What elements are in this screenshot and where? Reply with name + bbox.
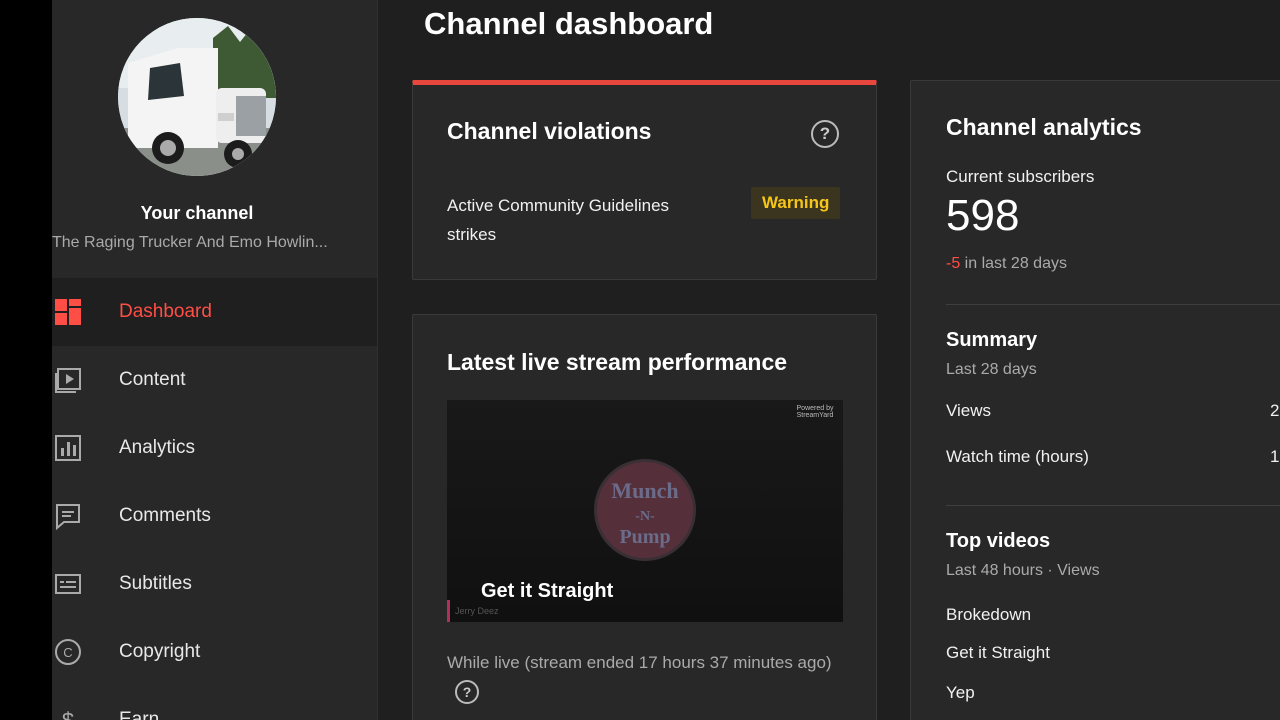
sidebar-item-label: Dashboard: [119, 301, 212, 322]
truck-photo: [118, 18, 276, 176]
sidebar-item-subtitles[interactable]: Subtitles: [52, 550, 377, 618]
logo-line: Munch: [611, 478, 678, 503]
sidebar-item-label: Content: [119, 369, 186, 390]
comments-icon: [56, 504, 80, 530]
sidebar-item-label: Subtitles: [119, 573, 192, 594]
change-suffix: in last 28 days: [960, 255, 1067, 272]
page-title: Channel dashboard: [424, 6, 714, 41]
top-videos-title: Top videos: [946, 530, 1051, 552]
watch-time-label: Watch time (hours): [946, 447, 1089, 466]
sidebar-item-label: Copyright: [119, 641, 201, 662]
violation-description: Active Community Guidelines strikes: [447, 196, 670, 244]
content-icon: [55, 368, 81, 393]
channel-violations-card: Channel violations ? Active Community Gu…: [412, 80, 877, 280]
copyright-icon: C: [55, 639, 81, 665]
summary-title: Summary: [946, 329, 1038, 351]
channel-analytics-card: Channel analytics Current subscribers 59…: [910, 80, 1280, 720]
channel-name: The Raging Trucker And Emo Howlin...: [52, 234, 328, 251]
watch-time-value: 1: [1270, 447, 1280, 466]
status-badge: Warning: [751, 187, 841, 219]
help-icon[interactable]: ?: [455, 679, 479, 704]
card-title: Latest live stream performance: [447, 349, 788, 375]
top-video-link[interactable]: Yep: [946, 683, 975, 703]
sidebar-item-label: Comments: [119, 505, 211, 526]
top-videos-period: Last 48 hours · Views: [946, 562, 1100, 579]
sidebar-item-label: Earn: [119, 709, 160, 720]
sidebar-nav: Dashboard Content Analytics Comments Sub…: [52, 278, 377, 720]
sidebar-item-content[interactable]: Content: [52, 346, 377, 414]
live-caption-text: While live (stream ended 17 hours 37 min…: [447, 653, 832, 672]
watermark: Powered by StreamYard: [796, 405, 834, 419]
left-edge-strip: [0, 0, 52, 720]
views-value: 2: [1270, 401, 1280, 420]
logo-line: Pump: [619, 526, 670, 548]
sidebar-item-dashboard[interactable]: Dashboard: [52, 278, 377, 346]
subscribers-value: 598: [946, 191, 1020, 240]
avatar[interactable]: [118, 18, 276, 176]
video-thumbnail[interactable]: Munch -N- Pump Powered by StreamYard Get…: [447, 400, 843, 622]
sidebar-item-label: Analytics: [119, 437, 196, 458]
top-video-link[interactable]: Get it Straight: [946, 643, 1050, 663]
live-stream-card: Latest live stream performance Munch -N-…: [412, 314, 877, 720]
subscribers-change: -5 in last 28 days: [946, 255, 1067, 273]
divider: [946, 505, 1280, 506]
sidebar-item-copyright[interactable]: C Copyright: [52, 618, 377, 686]
sidebar: Your channel The Raging Trucker And Emo …: [52, 0, 378, 720]
svg-text:C: C: [63, 645, 72, 660]
top-video-link[interactable]: Brokedown: [946, 605, 1031, 625]
earn-icon: $: [62, 708, 74, 720]
svg-text:$: $: [62, 708, 74, 720]
change-value: -5: [946, 255, 961, 272]
divider: [946, 304, 1280, 305]
logo-line: -N-: [635, 509, 655, 524]
thumbnail-credit: Jerry Deez: [455, 606, 499, 616]
views-label: Views: [946, 401, 992, 420]
analytics-icon: [55, 435, 81, 461]
thumbnail-title: Get it Straight: [481, 580, 614, 602]
sidebar-item-comments[interactable]: Comments: [52, 482, 377, 550]
subscribers-label: Current subscribers: [946, 167, 1095, 186]
your-channel-label: Your channel: [140, 203, 254, 223]
help-icon[interactable]: ?: [811, 120, 839, 148]
card-title: Channel violations: [447, 118, 652, 144]
summary-period: Last 28 days: [946, 361, 1037, 378]
sidebar-item-earn[interactable]: $ Earn: [52, 686, 377, 720]
dashboard-icon: [55, 299, 81, 325]
subtitles-icon: [55, 574, 81, 594]
live-caption: While live (stream ended 17 hours 37 min…: [447, 649, 847, 705]
sidebar-item-analytics[interactable]: Analytics: [52, 414, 377, 482]
card-title: Channel analytics: [946, 114, 1142, 140]
